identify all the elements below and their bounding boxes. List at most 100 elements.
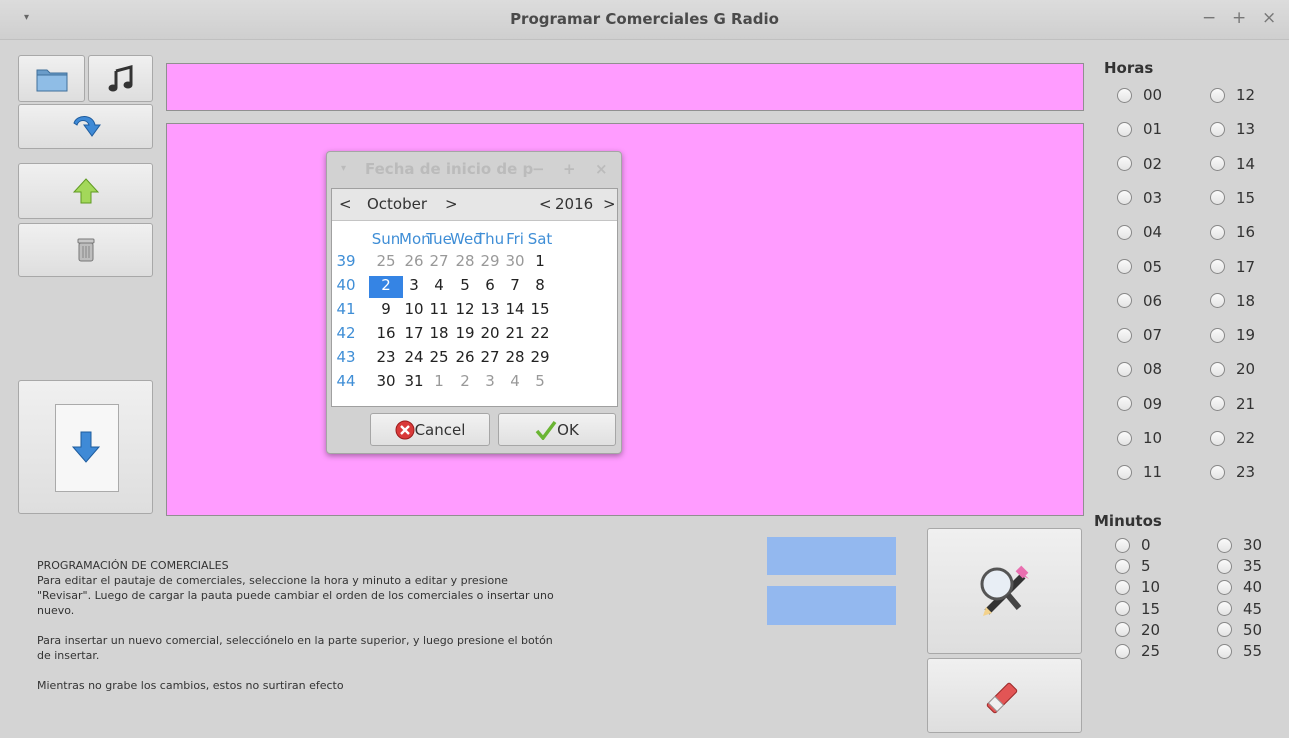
radio-button-icon[interactable]	[1210, 293, 1225, 309]
open-folder-button[interactable]	[18, 55, 85, 102]
horas-option-11[interactable]: 11	[1117, 463, 1162, 481]
day-cell[interactable]: 25	[428, 348, 450, 366]
close-button[interactable]: ×	[1262, 8, 1276, 28]
horas-option-13[interactable]: 13	[1210, 120, 1255, 138]
radio-button-icon[interactable]	[1117, 190, 1132, 206]
radio-button-icon[interactable]	[1210, 259, 1225, 274]
day-cell[interactable]: 21	[504, 324, 526, 342]
radio-button-icon[interactable]	[1217, 579, 1232, 595]
horas-option-12[interactable]: 12	[1210, 86, 1255, 104]
radio-button-icon[interactable]	[1210, 430, 1225, 446]
horas-option-19[interactable]: 19	[1210, 326, 1255, 344]
radio-button-icon[interactable]	[1117, 361, 1132, 377]
day-cell[interactable]: 13	[479, 300, 501, 318]
day-cell[interactable]: 29	[529, 348, 551, 366]
day-cell[interactable]: 3	[479, 372, 501, 390]
day-cell[interactable]: 24	[403, 348, 425, 366]
radio-button-icon[interactable]	[1115, 537, 1130, 553]
horas-option-23[interactable]: 23	[1210, 463, 1255, 481]
horas-option-00[interactable]: 00	[1117, 86, 1162, 104]
minutos-option-30[interactable]: 30	[1217, 536, 1262, 554]
day-cell[interactable]: 15	[529, 300, 551, 318]
day-cell[interactable]: 27	[479, 348, 501, 366]
horas-option-02[interactable]: 02	[1117, 155, 1162, 173]
day-cell[interactable]: 10	[403, 300, 425, 318]
minutos-option-25[interactable]: 25	[1115, 642, 1160, 660]
radio-button-icon[interactable]	[1210, 396, 1225, 412]
minutos-option-55[interactable]: 55	[1217, 642, 1262, 660]
radio-button-icon[interactable]	[1210, 121, 1225, 137]
day-cell[interactable]: 31	[403, 372, 425, 390]
radio-button-icon[interactable]	[1115, 643, 1130, 659]
horas-option-08[interactable]: 08	[1117, 360, 1162, 378]
commercial-list[interactable]	[166, 123, 1084, 516]
day-cell[interactable]: 5	[529, 372, 551, 390]
dialog-menu-icon[interactable]: ▾	[341, 163, 346, 174]
minutos-option-20[interactable]: 20	[1115, 621, 1160, 639]
minutos-option-10[interactable]: 10	[1115, 578, 1160, 596]
radio-button-icon[interactable]	[1115, 558, 1130, 574]
minutos-option-5[interactable]: 5	[1115, 557, 1151, 575]
radio-button-icon[interactable]	[1117, 430, 1132, 446]
day-cell[interactable]: 12	[454, 300, 476, 318]
horas-option-10[interactable]: 10	[1117, 429, 1162, 447]
horas-option-15[interactable]: 15	[1210, 189, 1255, 207]
radio-button-icon[interactable]	[1210, 464, 1225, 480]
day-cell[interactable]: 20	[479, 324, 501, 342]
horas-option-16[interactable]: 16	[1210, 223, 1255, 241]
day-cell[interactable]: 11	[428, 300, 450, 318]
radio-button-icon[interactable]	[1210, 156, 1225, 172]
selected-day[interactable]: 2	[369, 276, 403, 298]
day-cell[interactable]: 18	[428, 324, 450, 342]
horas-option-03[interactable]: 03	[1117, 189, 1162, 207]
radio-button-icon[interactable]	[1117, 464, 1132, 480]
radio-button-icon[interactable]	[1117, 224, 1132, 240]
insert-button[interactable]	[18, 380, 153, 514]
day-cell[interactable]: 1	[529, 252, 551, 270]
redo-button[interactable]	[18, 104, 153, 149]
commercial-selector-bar[interactable]	[166, 63, 1084, 111]
radio-button-icon[interactable]	[1117, 396, 1132, 412]
horas-option-01[interactable]: 01	[1117, 120, 1162, 138]
day-cell[interactable]: 26	[403, 252, 425, 270]
horas-option-04[interactable]: 04	[1117, 223, 1162, 241]
music-button[interactable]	[88, 55, 153, 102]
horas-option-20[interactable]: 20	[1210, 360, 1255, 378]
ok-button[interactable]: OK	[498, 413, 616, 446]
next-year-button[interactable]: >	[603, 195, 616, 213]
radio-button-icon[interactable]	[1217, 643, 1232, 659]
horas-option-18[interactable]: 18	[1210, 292, 1255, 310]
horas-option-17[interactable]: 17	[1210, 258, 1255, 276]
erase-button[interactable]	[927, 658, 1082, 733]
radio-button-icon[interactable]	[1117, 156, 1132, 172]
day-cell[interactable]: 4	[428, 276, 450, 294]
radio-button-icon[interactable]	[1117, 121, 1132, 137]
day-cell[interactable]: 23	[375, 348, 397, 366]
horas-option-06[interactable]: 06	[1117, 292, 1162, 310]
radio-button-icon[interactable]	[1210, 361, 1225, 377]
dialog-minimize-button[interactable]: −	[532, 160, 545, 178]
horas-option-09[interactable]: 09	[1117, 395, 1162, 413]
maximize-button[interactable]: +	[1232, 8, 1246, 28]
day-cell[interactable]: 8	[529, 276, 551, 294]
day-cell[interactable]: 14	[504, 300, 526, 318]
day-cell[interactable]: 7	[504, 276, 526, 294]
day-cell[interactable]: 5	[454, 276, 476, 294]
minutos-option-0[interactable]: 0	[1115, 536, 1151, 554]
radio-button-icon[interactable]	[1217, 622, 1232, 638]
day-cell[interactable]: 28	[504, 348, 526, 366]
radio-button-icon[interactable]	[1210, 87, 1225, 103]
horas-option-07[interactable]: 07	[1117, 326, 1162, 344]
day-cell[interactable]: 30	[375, 372, 397, 390]
radio-button-icon[interactable]	[1115, 601, 1130, 617]
day-cell[interactable]: 30	[504, 252, 526, 270]
minutos-option-35[interactable]: 35	[1217, 557, 1262, 575]
radio-button-icon[interactable]	[1117, 293, 1132, 309]
radio-button-icon[interactable]	[1117, 87, 1132, 103]
radio-button-icon[interactable]	[1217, 537, 1232, 553]
cancel-button[interactable]: Cancel	[370, 413, 490, 446]
day-cell[interactable]: 9	[375, 300, 397, 318]
dialog-close-button[interactable]: ×	[595, 160, 608, 178]
day-cell[interactable]: 28	[454, 252, 476, 270]
day-cell[interactable]: 2	[454, 372, 476, 390]
